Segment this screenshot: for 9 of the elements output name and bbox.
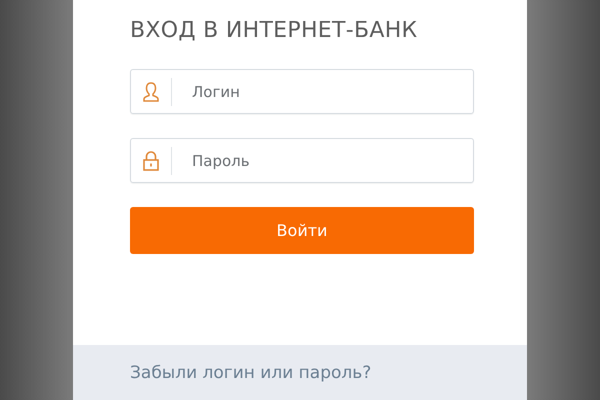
input-field[interactable]: Логин (130, 69, 474, 114)
login-button[interactable]: Войти (130, 207, 474, 254)
password-field[interactable]: Пароль (172, 139, 473, 182)
lock-icon (142, 150, 160, 172)
user-icon (142, 80, 160, 102)
login-field[interactable]: Логин (172, 70, 473, 113)
login-title: ВХОД В ИНТЕРНЕТ-БАНК (130, 18, 418, 43)
input-field[interactable]: Пароль (130, 138, 474, 183)
forgot-password-link[interactable]: Забыли логин или пароль? (130, 363, 372, 383)
